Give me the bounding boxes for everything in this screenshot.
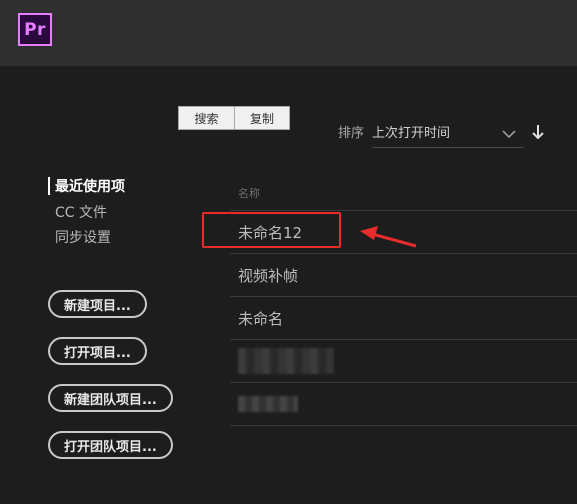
- new-team-project-button[interactable]: 新建团队项目...: [48, 384, 173, 412]
- recent-projects-list: 名称 未命名12 视频补帧 未命名: [230, 176, 577, 426]
- sort-value: 上次打开时间: [372, 126, 451, 141]
- list-item[interactable]: 未命名: [230, 297, 577, 340]
- red-arrow-icon: [358, 222, 420, 256]
- redacted-text: [238, 396, 298, 412]
- sort-direction-arrow-icon[interactable]: [532, 124, 544, 144]
- sort-dropdown[interactable]: 上次打开时间: [372, 116, 524, 148]
- sort-label: 排序: [338, 126, 365, 141]
- list-item-redacted[interactable]: [230, 340, 577, 383]
- sidebar-nav: 最近使用项 CC 文件 同步设置: [48, 177, 125, 249]
- list-item[interactable]: 视频补帧: [230, 254, 577, 297]
- list-item-redacted[interactable]: [230, 383, 577, 426]
- premiere-logo: Pr: [18, 13, 52, 46]
- new-project-button[interactable]: 新建项目...: [48, 290, 147, 318]
- title-bar: Pr: [0, 0, 577, 66]
- context-toolbar: 搜索 复制: [178, 106, 290, 130]
- sidebar-item-recent[interactable]: 最近使用项: [48, 177, 125, 195]
- open-team-project-button[interactable]: 打开团队项目...: [48, 431, 173, 459]
- search-button[interactable]: 搜索: [179, 107, 234, 129]
- sidebar-item-sync-settings[interactable]: 同步设置: [48, 224, 125, 249]
- open-project-button[interactable]: 打开项目...: [48, 337, 147, 365]
- copy-button[interactable]: 复制: [234, 107, 289, 129]
- chevron-down-icon: [502, 124, 516, 143]
- sidebar-item-cc-files[interactable]: CC 文件: [48, 199, 125, 224]
- redacted-text: [238, 348, 334, 374]
- column-header-name[interactable]: 名称: [230, 176, 577, 211]
